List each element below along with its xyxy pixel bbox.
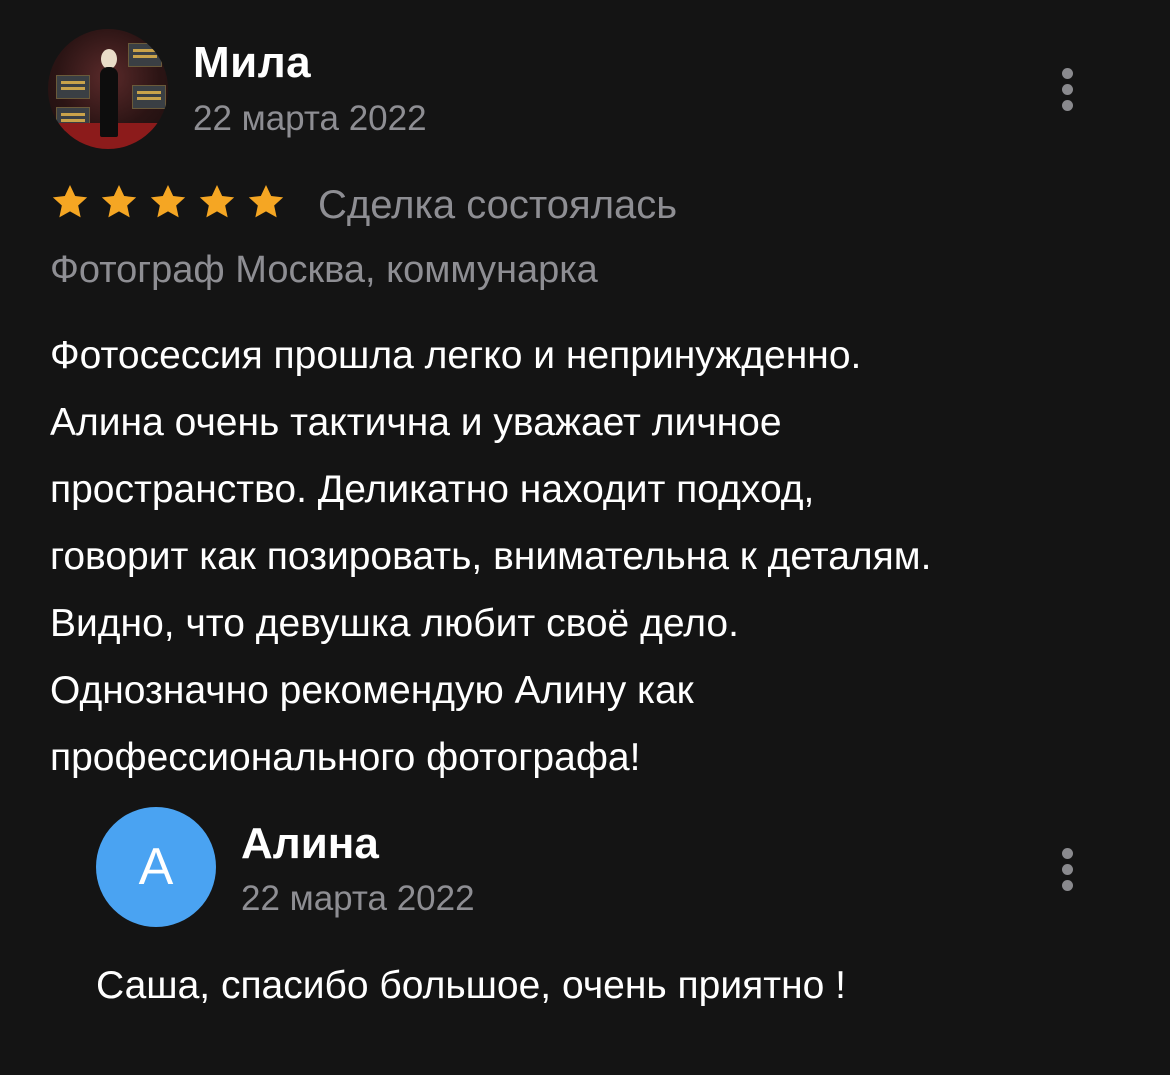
review-more-button[interactable] xyxy=(1048,62,1088,122)
reply-avatar-letter: А xyxy=(138,838,174,896)
avatar-photo-detail xyxy=(100,67,118,137)
star-icon xyxy=(101,185,137,218)
deal-status: Сделка состоялась xyxy=(318,183,678,227)
service-name[interactable]: Фотограф Москва, коммунарка xyxy=(50,249,598,292)
more-vertical-icon xyxy=(1062,864,1073,875)
rating-stars xyxy=(50,182,286,226)
more-vertical-icon xyxy=(1062,880,1073,891)
reply-text: Саша, спасибо большое, очень приятно ! xyxy=(96,964,846,1007)
review-text-line: Фотосессия прошла легко и непринужденно. xyxy=(50,334,862,377)
star-icon xyxy=(150,185,186,218)
review-text-line: Алина очень тактична и уважает личное xyxy=(50,401,782,444)
review-text-line: пространство. Деликатно находит подход, xyxy=(50,468,815,511)
more-vertical-icon xyxy=(1062,100,1073,111)
reply-date: 22 марта 2022 xyxy=(241,879,475,918)
reply-author-name[interactable]: Алина xyxy=(241,819,379,869)
star-icon xyxy=(52,185,88,218)
more-vertical-icon xyxy=(1062,68,1073,79)
star-icon xyxy=(199,185,235,218)
avatar-photo-detail xyxy=(101,49,117,69)
reply-avatar[interactable]: А xyxy=(96,807,216,927)
reviewer-avatar[interactable] xyxy=(48,29,168,149)
review-date: 22 марта 2022 xyxy=(193,99,427,138)
review-text: Фотосессия прошла легко и непринужденно.… xyxy=(50,322,1130,791)
more-vertical-icon xyxy=(1062,84,1073,95)
star-icon xyxy=(248,185,284,218)
avatar-photo-detail xyxy=(132,85,166,109)
avatar-photo-detail xyxy=(56,75,90,99)
reply-more-button[interactable] xyxy=(1048,842,1088,902)
review-text-line: Видно, что девушка любит своё дело. xyxy=(50,602,739,645)
more-vertical-icon xyxy=(1062,848,1073,859)
review-text-line: говорит как позировать, внимательна к де… xyxy=(50,535,932,578)
review-text-line: Однозначно рекомендую Алину как xyxy=(50,669,694,712)
reviewer-name[interactable]: Мила xyxy=(193,38,311,88)
review-text-line: профессионального фотографа! xyxy=(50,736,641,779)
avatar-photo-detail xyxy=(128,43,162,67)
